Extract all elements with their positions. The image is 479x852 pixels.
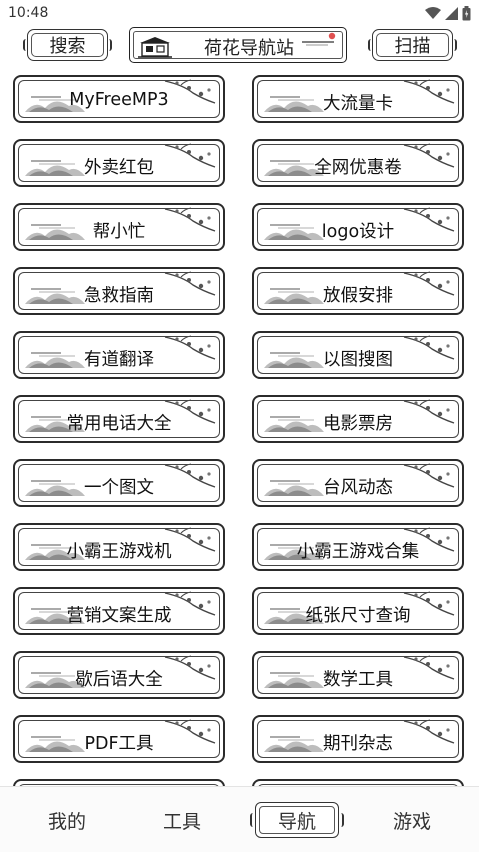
nav-site-card[interactable]: 急救指南 <box>13 267 225 315</box>
nav-site-card[interactable]: 放假安排 <box>252 267 464 315</box>
nav-site-label: 小霸王游戏机 <box>66 542 172 562</box>
top-bar: 搜索 荷花导航站 扫描 <box>0 26 479 64</box>
nav-item-navigation[interactable]: 导航 <box>257 807 337 834</box>
search-button[interactable]: 搜索 <box>23 29 112 61</box>
nav-site-label: 电影票房 <box>323 414 393 434</box>
nav-site-label: 常用电话大全 <box>66 414 172 434</box>
nav-site-card[interactable]: 营销文案生成 <box>13 587 225 635</box>
nav-site-card[interactable]: 以图搜图 <box>252 331 464 379</box>
nav-site-card[interactable]: 大流量卡 <box>252 75 464 123</box>
nav-site-card-partial[interactable] <box>252 779 464 786</box>
brush-stroke-icon <box>302 32 336 46</box>
nav-site-label: 帮小忙 <box>92 222 146 242</box>
nav-site-label: PDF工具 <box>84 734 154 754</box>
nav-site-label: 营销文案生成 <box>66 606 172 626</box>
nav-site-label: 纸张尺寸查询 <box>305 606 411 626</box>
nav-site-label: 歇后语大全 <box>75 670 163 690</box>
nav-site-label: 期刊杂志 <box>323 734 393 754</box>
signal-icon <box>445 6 458 20</box>
nav-site-card[interactable]: 有道翻译 <box>13 331 225 379</box>
nav-site-label: 有道翻译 <box>84 350 154 370</box>
nav-site-label: 外卖红包 <box>84 158 154 178</box>
nav-site-card[interactable]: MyFreeMP3 <box>13 75 225 123</box>
nav-site-card[interactable]: logo设计 <box>252 203 464 251</box>
status-icons <box>425 5 471 21</box>
nav-site-card[interactable]: 纸张尺寸查询 <box>252 587 464 635</box>
nav-item-tools[interactable]: 工具 <box>142 807 222 834</box>
bottom-nav: 我的 工具 导航 游戏 <box>0 786 479 852</box>
battery-icon <box>462 5 471 20</box>
nav-site-label: 台风动态 <box>323 478 393 498</box>
nav-site-grid: MyFreeMP3 大流量卡外卖红包 全网优惠卷帮小忙 logo设计急救指南 放假安排有… <box>0 70 479 786</box>
nav-site-label: 急救指南 <box>84 286 154 306</box>
nav-site-card-partial[interactable] <box>13 779 225 786</box>
nav-site-label: 放假安排 <box>323 286 393 306</box>
nav-site-card[interactable]: 歇后语大全 <box>13 651 225 699</box>
scan-button[interactable]: 扫描 <box>368 29 457 61</box>
status-bar: 10:48 <box>0 0 479 26</box>
nav-site-card[interactable]: 全网优惠卷 <box>252 139 464 187</box>
nav-site-card[interactable]: 期刊杂志 <box>252 715 464 763</box>
nav-site-label: logo设计 <box>321 222 395 242</box>
search-button-label: 搜索 <box>49 36 86 57</box>
nav-site-card[interactable]: PDF工具 <box>13 715 225 763</box>
nav-item-games[interactable]: 游戏 <box>372 807 452 834</box>
nav-site-card[interactable]: 小霸王游戏合集 <box>252 523 464 571</box>
nav-site-label: 一个图文 <box>84 478 154 498</box>
nav-site-label: 以图搜图 <box>323 350 393 370</box>
nav-site-card[interactable]: 台风动态 <box>252 459 464 507</box>
wifi-icon <box>425 7 441 19</box>
title-banner: 荷花导航站 <box>129 27 347 63</box>
scan-button-label: 扫描 <box>394 36 431 57</box>
nav-site-label: 小霸王游戏合集 <box>296 542 420 562</box>
nav-site-card[interactable]: 外卖红包 <box>13 139 225 187</box>
nav-site-card[interactable]: 小霸王游戏机 <box>13 523 225 571</box>
status-time: 10:48 <box>8 5 49 21</box>
nav-site-label: 大流量卡 <box>323 94 393 114</box>
nav-site-label: MyFreeMP3 <box>69 90 169 110</box>
nav-site-card[interactable]: 帮小忙 <box>13 203 225 251</box>
nav-site-card[interactable]: 一个图文 <box>13 459 225 507</box>
nav-site-label: 数学工具 <box>323 670 393 690</box>
nav-site-card[interactable]: 电影票房 <box>252 395 464 443</box>
nav-site-card[interactable]: 数学工具 <box>252 651 464 699</box>
nav-item-mine[interactable]: 我的 <box>27 807 107 834</box>
nav-site-label: 全网优惠卷 <box>314 158 402 178</box>
nav-site-card[interactable]: 常用电话大全 <box>13 395 225 443</box>
